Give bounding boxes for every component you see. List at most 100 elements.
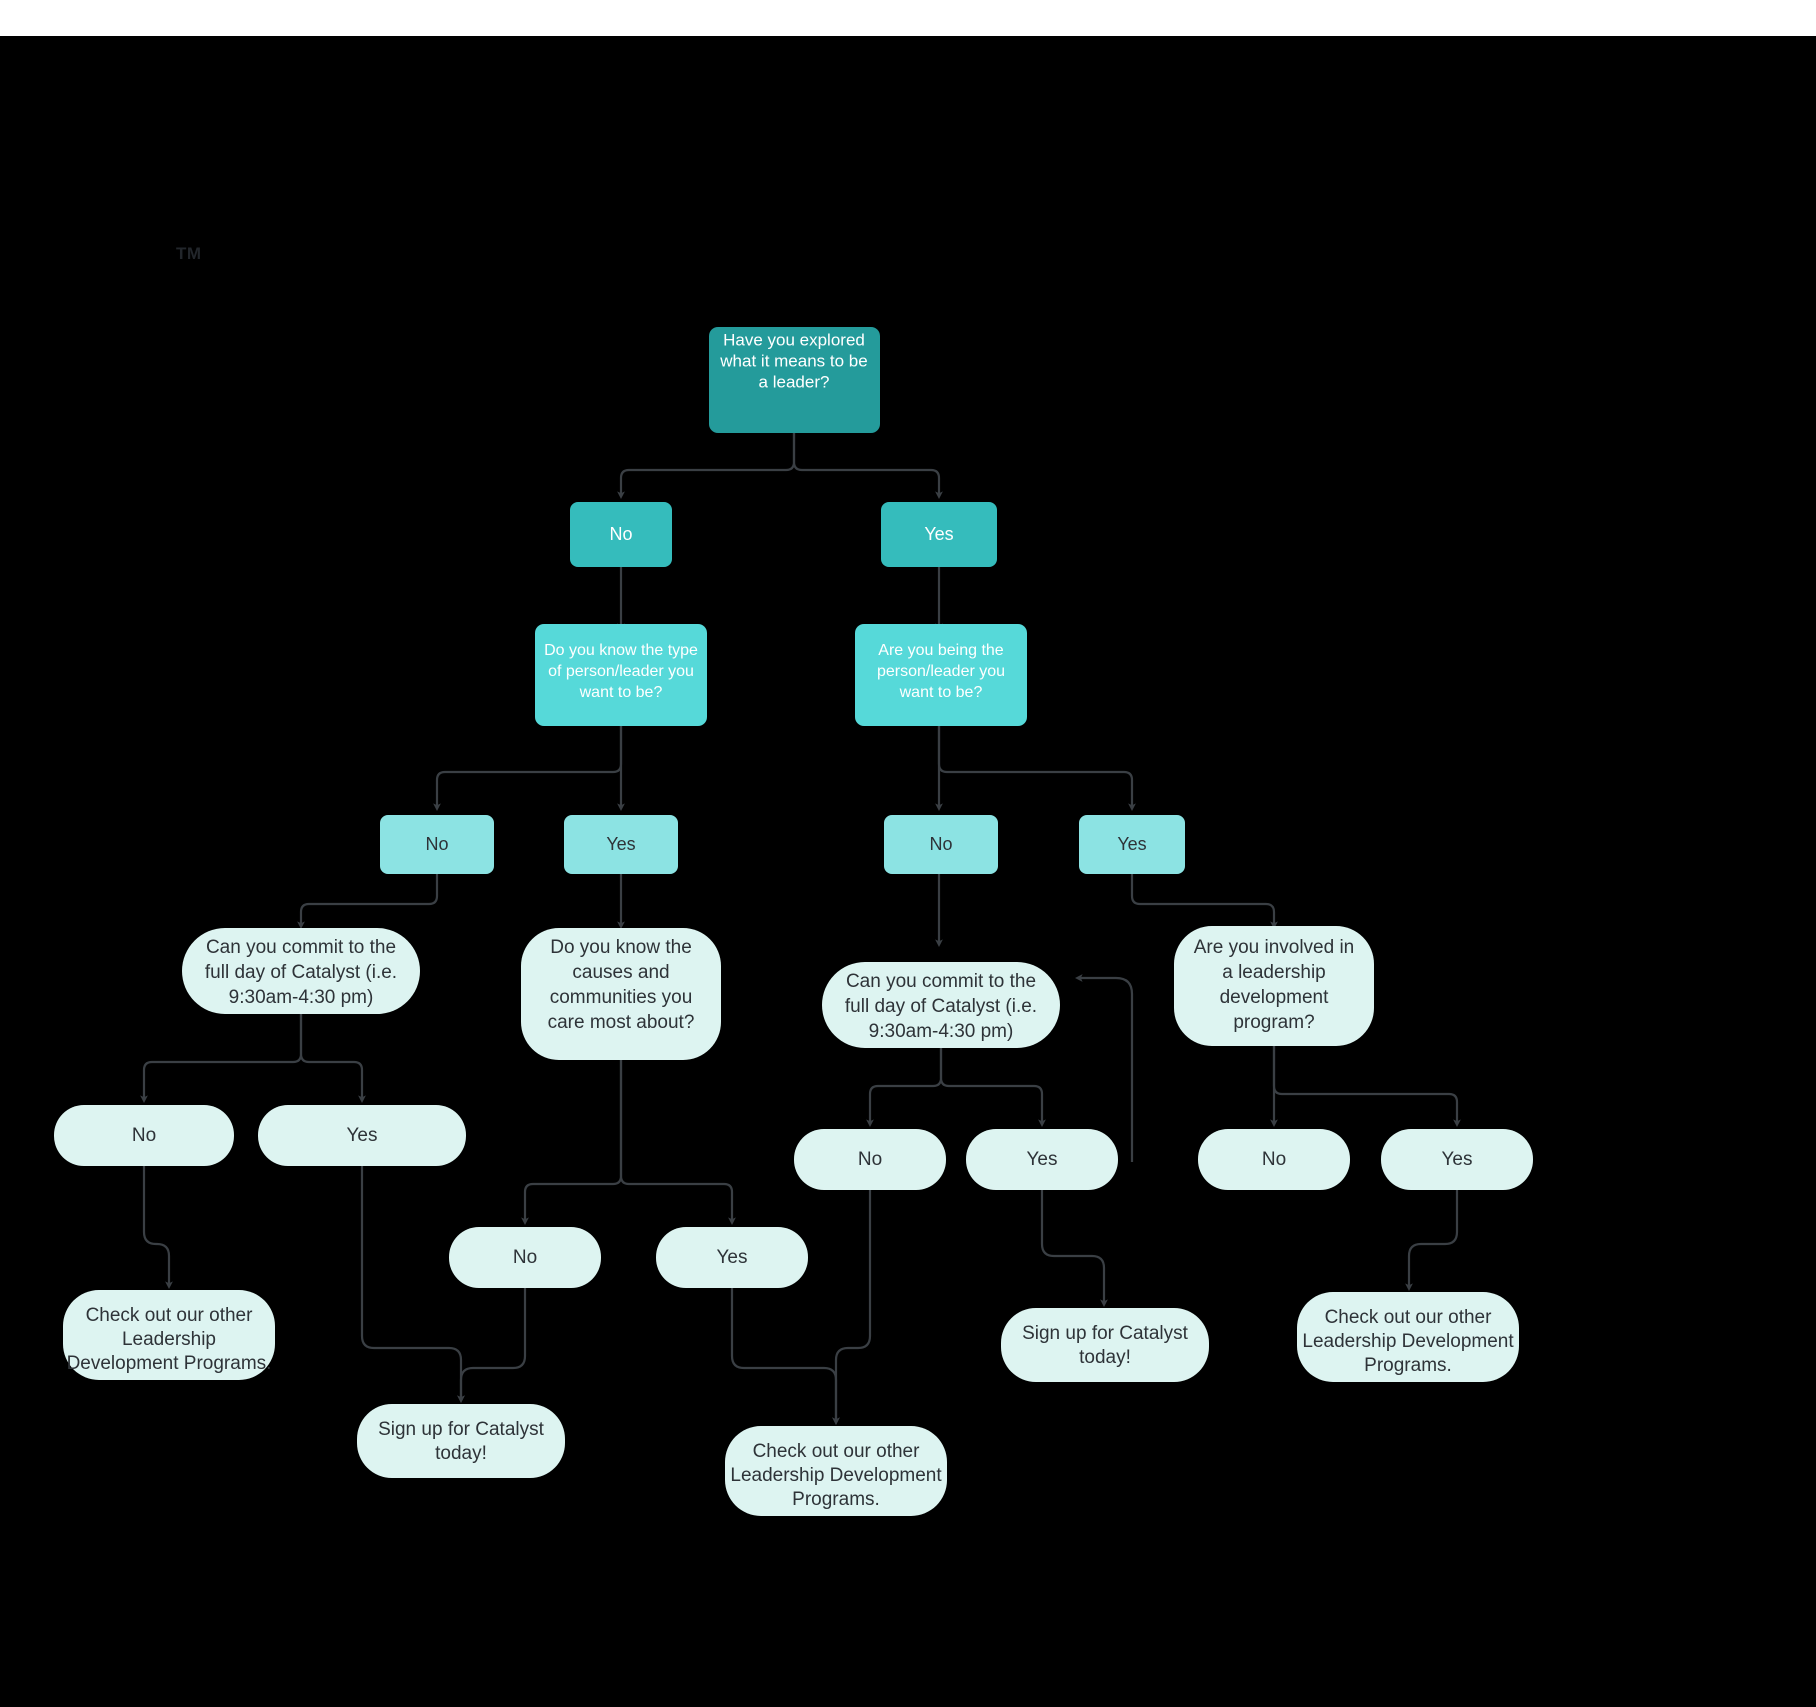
edge-commitleftno-to-leaf [142,1166,173,1290]
node-leaf-other-3-line-1: Leadership Development [1302,1331,1514,1352]
edge-commitleft-to-yes [299,1014,366,1104]
node-leaf-other-1-line-0: Check out our other [86,1305,254,1326]
edge-commitright-to-no [866,1048,943,1128]
flowchart-svg: Have you explored what it means to be a … [54,327,1533,1516]
node-causes[interactable]: Do you know the causes and communities y… [521,928,721,1060]
node-commit-left-yes[interactable]: Yes [258,1105,466,1166]
node-leaf-other-3-line-2: Programs. [1364,1355,1452,1376]
node-leaf-other-2[interactable]: Check out our other Leadership Developme… [725,1426,947,1516]
node-commit-right-no[interactable]: No [794,1129,946,1190]
flowchart-page: TM Have you explored what it means to be… [0,0,1816,1707]
node-commit-right-yes-label: Yes [1027,1149,1058,1170]
edge-progyes-to-leaf [1405,1190,1459,1292]
page-topbar [0,0,1816,36]
node-commit-left-line-2: 9:30am-4:30 pm) [229,987,374,1008]
node-q-being-no-label: No [929,834,952,854]
node-causes-no-label: No [513,1247,537,1268]
edge-commitrightno-to-leaf [832,1190,872,1426]
edge-root-split [617,433,796,500]
edge-causesno-to-signup [457,1288,527,1404]
edge-commitrightyes-to-signup [1040,1190,1108,1308]
edge-prog-to-yes [1272,1046,1461,1128]
edge-qtypeno-to-commitleft [297,874,439,930]
edge-root-to-yes [792,433,943,500]
node-prog-line-2: development [1220,987,1330,1008]
edge-qbeing-to-yes [937,726,1136,812]
node-leaf-other-2-line-0: Check out our other [753,1441,921,1462]
node-prog-no[interactable]: No [1198,1129,1350,1190]
node-commit-right-line-1: full day of Catalyst (i.e. [845,996,1037,1017]
node-commit-left-line-1: full day of Catalyst (i.e. [205,962,397,983]
node-causes-no[interactable]: No [449,1227,601,1288]
node-root-no-label: No [609,524,632,544]
node-prog-line-1: a leadership [1222,962,1326,983]
node-commit-right-yes[interactable]: Yes [966,1129,1118,1190]
node-leaf-signup-1-line-0: Sign up for Catalyst [378,1419,545,1440]
node-commit-left[interactable]: Can you commit to the full day of Cataly… [182,928,420,1014]
node-causes-line-2: communities you [550,987,693,1008]
node-q-type-line-1: of person/leader you [548,663,694,680]
node-prog-line-3: program? [1233,1012,1314,1033]
node-causes-line-0: Do you know the [550,937,692,958]
node-root-line-1: what it means to be [719,351,867,370]
edge-qbeingyes-to-prog [1130,874,1278,930]
edge-commitleftyes-to-signup [360,1166,465,1404]
node-q-being-no[interactable]: No [884,815,998,874]
node-prog-yes-label: Yes [1442,1149,1473,1170]
node-q-type-yes[interactable]: Yes [564,815,678,874]
node-q-type-line-2: want to be? [579,684,663,701]
edge-qtype-to-no [433,726,623,812]
node-q-being-yes[interactable]: Yes [1079,815,1185,874]
edge-causes-to-no [521,1060,623,1226]
node-leaf-signup-2-line-1: today! [1079,1347,1131,1368]
node-prog-no-label: No [1262,1149,1286,1170]
node-leaf-signup-1[interactable]: Sign up for Catalyst today! [357,1404,565,1478]
edge-causes-to-yes [619,1060,736,1226]
node-root-yes-label: Yes [924,524,953,544]
node-causes-line-1: causes and [572,962,669,983]
node-leaf-signup-2[interactable]: Sign up for Catalyst today! [1001,1308,1209,1382]
node-leaf-other-3[interactable]: Check out our other Leadership Developme… [1297,1292,1519,1382]
node-q-type-no-label: No [425,834,448,854]
node-causes-yes-label: Yes [717,1247,748,1268]
node-causes-yes[interactable]: Yes [656,1227,808,1288]
node-commit-right[interactable]: Can you commit to the full day of Cataly… [822,962,1060,1048]
node-q-type-line-0: Do you know the type [544,642,698,659]
node-commit-left-no-label: No [132,1125,156,1146]
node-q-being-line-0: Are you being the [878,642,1004,659]
node-q-being-line-2: want to be? [899,684,983,701]
node-leaf-other-1-line-2: Development Programs. [67,1353,272,1374]
edge-commitleft-to-no [140,1014,303,1104]
node-leaf-other-2-line-2: Programs. [792,1489,880,1510]
node-root-line-0: Have you explored [723,330,865,349]
node-q-type-yes-label: Yes [606,834,635,854]
node-q-being[interactable]: Are you being the person/leader you want… [855,624,1027,726]
node-q-being-yes-label: Yes [1117,834,1146,854]
node-prog-line-0: Are you involved in [1194,937,1355,958]
node-root[interactable]: Have you explored what it means to be a … [709,327,880,433]
node-q-type[interactable]: Do you know the type of person/leader yo… [535,624,707,726]
node-commit-right-line-2: 9:30am-4:30 pm) [869,1021,1014,1042]
edge-causesyes-to-leaf [730,1288,840,1426]
node-commit-left-no[interactable]: No [54,1105,234,1166]
node-leaf-signup-2-line-0: Sign up for Catalyst [1022,1323,1189,1344]
node-q-type-no[interactable]: No [380,815,494,874]
node-q-being-line-1: person/leader you [877,663,1005,680]
node-commit-right-no-label: No [858,1149,882,1170]
edge-commitright-to-yes [939,1048,1046,1128]
node-commit-left-yes-label: Yes [347,1125,378,1146]
node-leaf-other-1-line-1: Leadership [122,1329,216,1350]
node-leaf-signup-1-line-1: today! [435,1443,487,1464]
node-root-yes[interactable]: Yes [881,502,997,567]
node-commit-left-line-0: Can you commit to the [206,937,396,958]
node-prog-yes[interactable]: Yes [1381,1129,1533,1190]
node-leadership-program[interactable]: Are you involved in a leadership develop… [1174,926,1374,1046]
node-commit-right-line-0: Can you commit to the [846,971,1036,992]
flowchart-canvas: TM Have you explored what it means to be… [0,36,1816,1707]
node-root-line-2: a leader? [759,372,830,391]
node-root-no[interactable]: No [570,502,672,567]
node-leaf-other-3-line-0: Check out our other [1325,1307,1493,1328]
node-causes-line-3: care most about? [548,1012,695,1033]
node-leaf-other-1[interactable]: Check out our other Leadership Developme… [63,1290,275,1380]
node-leaf-other-2-line-1: Leadership Development [730,1465,942,1486]
